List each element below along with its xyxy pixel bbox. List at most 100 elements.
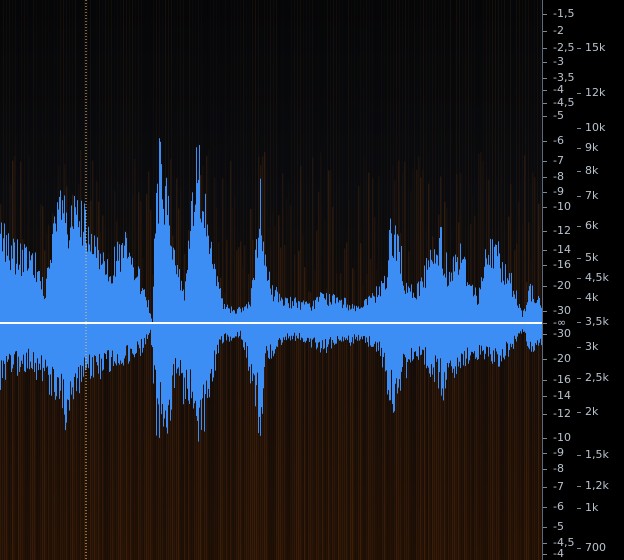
waveform-sample xyxy=(7,255,8,362)
spectrogram-streak xyxy=(412,169,414,560)
spectrogram-streak xyxy=(351,0,352,330)
spectrogram-streak xyxy=(472,195,473,560)
db-tick xyxy=(543,14,547,15)
spectrogram-streak xyxy=(508,216,510,560)
waveform-sample xyxy=(459,269,460,362)
waveform-spectrogram-view[interactable] xyxy=(0,0,542,560)
waveform-sample xyxy=(383,283,384,357)
waveform-sample xyxy=(359,308,360,341)
waveform-sample xyxy=(74,195,75,377)
waveform-sample xyxy=(174,249,175,389)
waveform-sample xyxy=(80,237,81,366)
db-label: -2,5 xyxy=(553,41,575,54)
waveform-sample xyxy=(9,260,10,354)
waveform-sample xyxy=(199,144,200,408)
waveform-sample xyxy=(123,257,124,366)
waveform-sample xyxy=(96,257,97,363)
waveform-sample xyxy=(272,285,273,351)
spectrogram-streak xyxy=(375,0,376,330)
waveform-sample xyxy=(39,271,40,364)
waveform-sample xyxy=(98,250,99,374)
waveform-sample xyxy=(277,291,278,347)
db-label: -30 xyxy=(553,304,571,317)
waveform-sample xyxy=(159,138,160,438)
db-label: -2 xyxy=(553,24,564,37)
spectrogram-streak xyxy=(381,0,382,330)
waveform-sample xyxy=(84,203,85,358)
db-tick xyxy=(543,207,547,208)
waveform-sample xyxy=(34,277,35,373)
spectrogram-streak xyxy=(490,326,492,560)
scale-ruler: -1,5 -2 -2,5 -3 -3,5 -4 -4,5 -5 -6 -7 -8 -9 -10 -12 -1… xyxy=(542,0,624,560)
waveform-sample xyxy=(273,301,274,357)
waveform-sample xyxy=(303,300,304,342)
waveform-sample xyxy=(69,240,70,411)
waveform-sample xyxy=(515,298,516,339)
waveform-sample xyxy=(427,269,428,366)
spectrogram-streak xyxy=(36,0,37,330)
waveform-sample xyxy=(77,200,78,379)
waveform-sample xyxy=(187,269,188,389)
waveform-sample xyxy=(496,244,497,352)
db-label: -20 xyxy=(553,352,571,365)
waveform-sample xyxy=(352,304,353,338)
waveform-sample xyxy=(114,246,115,362)
waveform-sample xyxy=(141,291,142,339)
hz-tick xyxy=(577,298,581,299)
waveform-sample xyxy=(35,252,36,363)
waveform-sample xyxy=(251,288,252,365)
spectrogram-streak xyxy=(222,0,223,330)
waveform-sample xyxy=(400,273,401,391)
spectrogram-streak xyxy=(144,0,145,330)
waveform-sample xyxy=(486,258,487,347)
hz-tick xyxy=(577,486,581,487)
waveform-sample xyxy=(473,296,474,354)
waveform-sample xyxy=(416,299,417,356)
waveform-sample xyxy=(472,284,473,353)
waveform-sample xyxy=(483,278,484,351)
waveform-sample xyxy=(434,249,435,382)
waveform-sample xyxy=(395,225,396,384)
spectrogram-streak xyxy=(316,230,318,560)
waveform-sample xyxy=(92,254,93,358)
waveform-sample xyxy=(115,276,116,364)
waveform-sample xyxy=(180,290,181,361)
waveform-sample xyxy=(181,280,182,374)
hz-label: 2k xyxy=(585,405,599,418)
waveform-sample xyxy=(244,306,245,350)
waveform-sample xyxy=(169,225,170,400)
waveform-sample xyxy=(380,296,381,357)
waveform-sample xyxy=(539,298,540,343)
spectrogram-streak xyxy=(232,207,234,560)
waveform-sample xyxy=(438,265,439,389)
waveform-sample xyxy=(136,277,137,353)
waveform-sample xyxy=(500,268,501,356)
waveform-sample xyxy=(211,241,212,369)
spectrogram-streak xyxy=(324,0,325,330)
waveform-sample xyxy=(235,313,236,337)
waveform-sample xyxy=(183,289,184,405)
waveform-sample xyxy=(439,238,440,373)
spectrogram-streak xyxy=(474,0,475,330)
spectrogram-streak xyxy=(501,0,502,330)
waveform-sample xyxy=(101,264,102,359)
waveform-sample xyxy=(193,225,194,409)
waveform-sample xyxy=(253,277,254,374)
waveform-sample xyxy=(140,294,141,356)
waveform-sample xyxy=(109,276,110,373)
waveform-sample xyxy=(534,302,535,351)
waveform-sample xyxy=(127,258,128,346)
hz-label: 15k xyxy=(585,41,606,54)
spectrogram-streak xyxy=(345,0,346,330)
db-tick xyxy=(543,554,547,555)
waveform-sample xyxy=(107,259,108,351)
waveform-sample xyxy=(128,256,129,364)
waveform-sample xyxy=(90,251,91,379)
waveform-sample xyxy=(414,297,415,352)
waveform-sample xyxy=(191,200,192,399)
waveform-sample xyxy=(507,278,508,344)
waveform-sample xyxy=(528,290,529,348)
waveform-sample xyxy=(331,304,332,349)
waveform-canvas[interactable] xyxy=(0,0,542,560)
db-label: -14 xyxy=(553,389,571,402)
